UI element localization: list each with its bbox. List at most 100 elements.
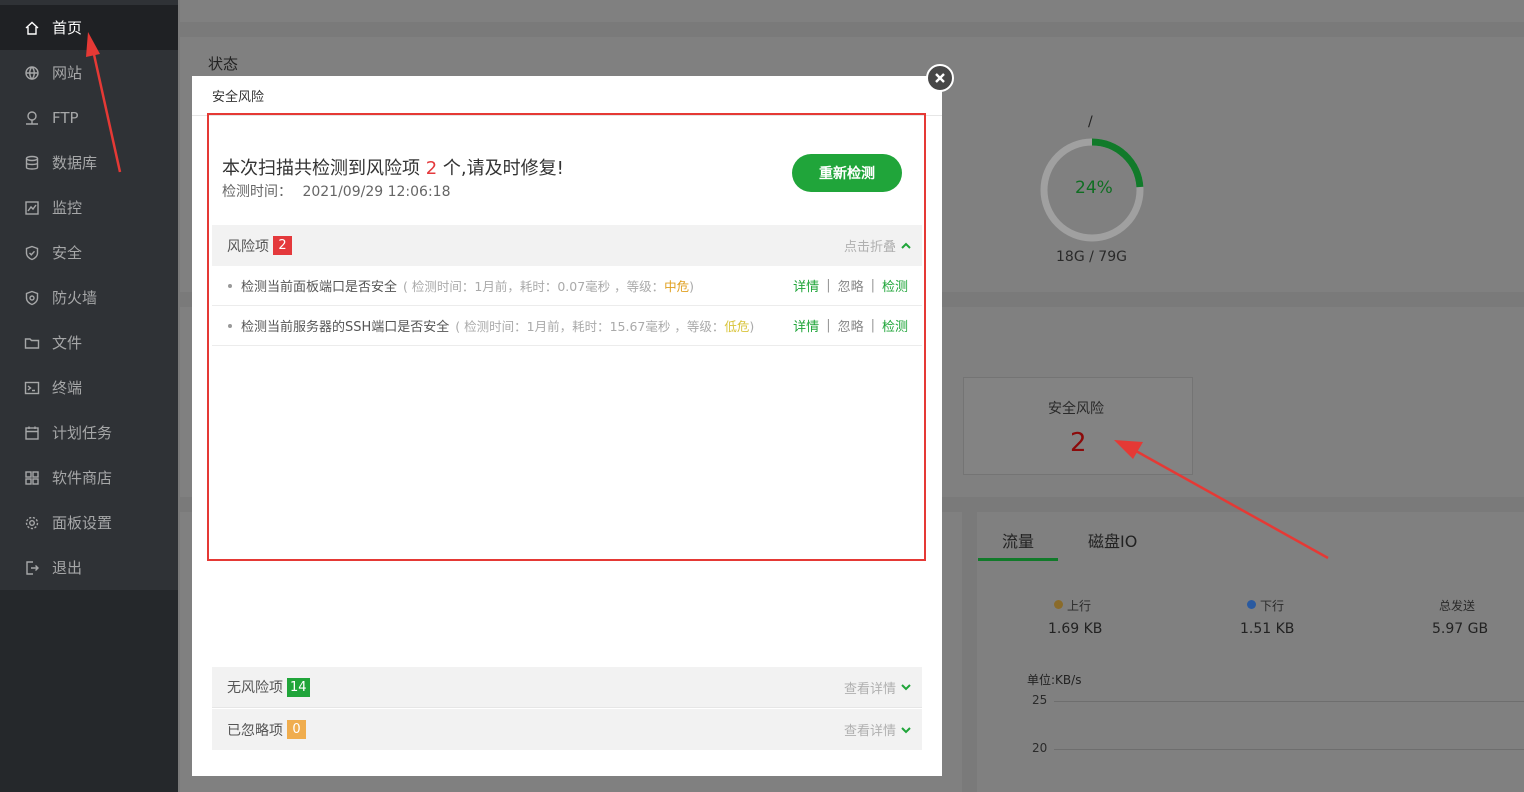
modal-title: 安全风险: [192, 76, 942, 116]
risk-item: 检测当前服务器的SSH端口是否安全 ( 检测时间：1月前，耗时：15.67毫秒 …: [212, 306, 922, 346]
disk-percent: 24%: [1075, 178, 1113, 198]
sidebar-item-home[interactable]: 首页: [0, 5, 178, 50]
risk-group-header[interactable]: 风险项 2 点击折叠: [212, 225, 922, 266]
scan-time-value: 2021/09/29 12:06:18: [302, 184, 451, 200]
collapse-toggle[interactable]: 点击折叠: [844, 236, 912, 255]
scan-summary-prefix: 本次扫描共检测到风险项: [222, 158, 420, 179]
ignore-link[interactable]: 忽略: [838, 316, 864, 335]
sidebar-item-terminal[interactable]: 终端: [0, 365, 178, 410]
top-info-bar: [180, 0, 1524, 22]
chevron-down-icon: [901, 726, 911, 733]
chevron-down-icon: [901, 684, 911, 691]
sidebar-item-label: 首页: [52, 19, 83, 37]
sidebar-item-website[interactable]: 网站: [0, 50, 178, 95]
upload-legend-dot: [1054, 600, 1063, 609]
upload-value: 1.69 KB: [1048, 621, 1103, 637]
ftp-icon: [24, 110, 40, 126]
sidebar-item-ftp[interactable]: FTP: [0, 95, 178, 140]
chart-unit-label: 单位:KB/s: [1027, 673, 1082, 687]
tab-disk-io[interactable]: 磁盘IO: [1088, 528, 1137, 552]
calendar-icon: [24, 425, 40, 441]
security-risk-count[interactable]: 2: [1070, 428, 1087, 458]
rescan-button[interactable]: 重新检测: [792, 154, 902, 192]
detail-link[interactable]: 详情: [793, 316, 819, 335]
risk-level: 低危: [724, 319, 750, 334]
ignored-count-badge: 0: [287, 720, 306, 739]
scan-time-label: 检测时间：: [222, 184, 292, 200]
terminal-icon: [24, 380, 40, 396]
risk-meta-prefix: ( 检测时间：1月前，耗时：0.07毫秒 ，等级：: [403, 279, 665, 294]
y-tick-20: 20: [1032, 741, 1048, 755]
sidebar-item-label: 软件商店: [52, 469, 113, 487]
sidebar-item-security[interactable]: 安全: [0, 230, 178, 275]
tab-traffic[interactable]: 流量: [1002, 528, 1034, 552]
tab-traffic-underline: [978, 558, 1058, 561]
sidebar-item-label: 退出: [52, 559, 83, 577]
ignored-group-header[interactable]: 已忽略项 0 查看详情: [212, 709, 922, 750]
status-title: 状态: [208, 55, 239, 73]
sidebar-menu: 首页 网站 FTP 数据库 监控 安全 防火墙 文件 终端 计划任务 软件商店 …: [0, 0, 178, 590]
sidebar-item-label: 计划任务: [52, 424, 113, 442]
risk-item-name: 检测当前面板端口是否安全: [241, 280, 398, 295]
modal-close-button[interactable]: [926, 64, 954, 92]
risk-item-name: 检测当前服务器的SSH端口是否安全: [241, 320, 450, 335]
sidebar-item-files[interactable]: 文件: [0, 320, 178, 365]
sidebar-item-label: 终端: [52, 379, 83, 397]
gridline: [1054, 701, 1524, 702]
separator: |: [870, 318, 875, 333]
folder-icon: [24, 335, 40, 351]
risk-item-actions: 详情 | 忽略 | 检测: [793, 316, 908, 335]
disk-mount: /: [1088, 114, 1093, 130]
security-risk-label: 安全风险: [1048, 401, 1104, 417]
risk-group-label: 风险项: [227, 238, 269, 255]
grid-icon: [24, 470, 40, 486]
sidebar-item-database[interactable]: 数据库: [0, 140, 178, 185]
sidebar-item-label: 面板设置: [52, 514, 113, 532]
ignore-link[interactable]: 忽略: [838, 276, 864, 295]
firewall-icon: [24, 290, 40, 306]
sidebar-item-store[interactable]: 软件商店: [0, 455, 178, 500]
check-link[interactable]: 检测: [882, 276, 908, 295]
separator: |: [826, 278, 831, 293]
home-icon: [24, 20, 40, 36]
monitor-icon: [24, 200, 40, 216]
safe-group-header[interactable]: 无风险项 14 查看详情: [212, 667, 922, 708]
download-legend-dot: [1247, 600, 1256, 609]
bullet: [228, 283, 232, 288]
safe-group-label: 无风险项: [227, 680, 283, 696]
sidebar-item-firewall[interactable]: 防火墙: [0, 275, 178, 320]
sidebar-item-label: 网站: [52, 64, 83, 82]
gridline: [1054, 749, 1524, 750]
database-icon: [24, 155, 40, 171]
collapse-toggle-label: 点击折叠: [843, 240, 896, 255]
close-icon: [935, 73, 945, 83]
logout-icon: [24, 560, 40, 576]
total-sent-value: 5.97 GB: [1432, 621, 1489, 637]
gear-icon: [24, 515, 40, 531]
scan-summary-suffix: 个,请及时修复!: [442, 158, 564, 179]
sidebar-item-label: 防火墙: [52, 289, 98, 307]
ignored-group-label: 已忽略项: [227, 722, 283, 739]
separator: |: [826, 318, 831, 333]
detail-link[interactable]: 详情: [793, 276, 819, 295]
security-risk-card[interactable]: [963, 377, 1193, 475]
separator: |: [870, 278, 875, 293]
risk-item-meta: ( 检测时间：1月前，耗时：15.67毫秒 ，等级：低危): [455, 316, 754, 335]
bullet: [228, 323, 232, 328]
scan-summary: 本次扫描共检测到风险项 2 个,请及时修复!: [222, 154, 564, 180]
sidebar-item-settings[interactable]: 面板设置: [0, 500, 178, 545]
sidebar-item-monitor[interactable]: 监控: [0, 185, 178, 230]
sidebar-item-logout[interactable]: 退出: [0, 545, 178, 590]
sidebar-item-label: 数据库: [52, 154, 98, 172]
view-details-toggle[interactable]: 查看详情: [844, 720, 912, 739]
sidebar-item-cron[interactable]: 计划任务: [0, 410, 178, 455]
disk-usage: 18G / 79G: [1056, 249, 1127, 265]
upload-label: 上行: [1067, 599, 1092, 613]
view-details-toggle[interactable]: 查看详情: [844, 678, 912, 697]
risk-meta-suffix: ): [689, 279, 695, 294]
sidebar-item-label: FTP: [52, 108, 79, 127]
risk-meta-suffix: ): [749, 319, 755, 334]
check-link[interactable]: 检测: [882, 316, 908, 335]
safe-count-badge: 14: [287, 677, 310, 697]
sidebar-item-label: 文件: [52, 334, 83, 352]
